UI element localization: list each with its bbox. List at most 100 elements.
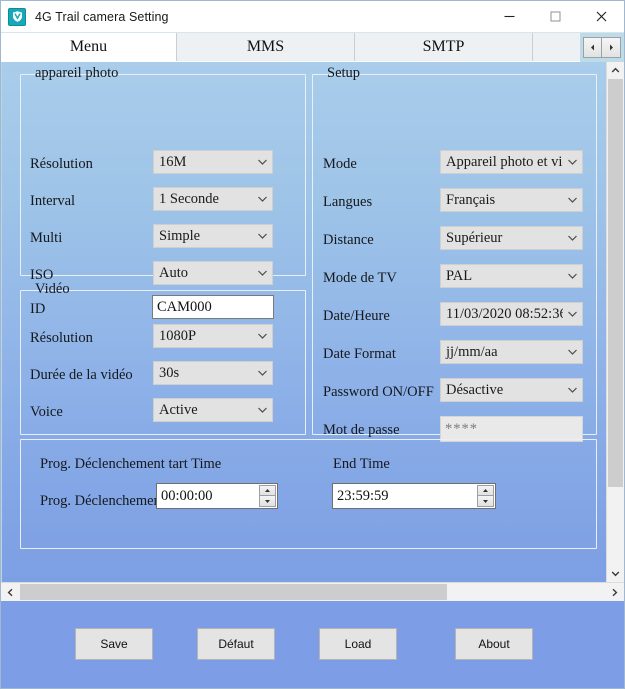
combo-setup-distance-value: Supérieur bbox=[446, 229, 503, 246]
combo-setup-datetime-value: 11/03/2020 08:52:36 bbox=[446, 305, 563, 322]
tab-mms-label: MMS bbox=[246, 38, 285, 55]
label-setup-password-toggle: Password ON/OFF bbox=[323, 384, 434, 400]
about-button[interactable]: About bbox=[455, 628, 533, 660]
stepper-up-icon[interactable] bbox=[259, 485, 276, 496]
scroll-down-icon[interactable] bbox=[607, 565, 624, 582]
label-setup-language: Langues bbox=[323, 194, 373, 210]
tab-smtp[interactable]: SMTP bbox=[355, 33, 533, 61]
tab-scroll-right-icon[interactable] bbox=[602, 37, 621, 58]
label-setup-datetime: Date/Heure bbox=[323, 308, 390, 324]
label-camera-interval: Interval bbox=[30, 193, 76, 209]
chevron-down-icon bbox=[253, 406, 272, 414]
combo-video-duration-value: 30s bbox=[159, 364, 180, 381]
default-button[interactable]: Défaut bbox=[197, 628, 275, 660]
content-area: appareil photo Résolution 16M Interval 1… bbox=[1, 62, 624, 688]
combo-camera-multi[interactable]: Simple bbox=[153, 224, 273, 248]
combo-setup-mode-value: Appareil photo et vid bbox=[446, 153, 563, 170]
combo-camera-interval[interactable]: 1 Seconde bbox=[153, 187, 273, 211]
combo-camera-multi-value: Simple bbox=[159, 227, 201, 244]
combo-setup-password-toggle[interactable]: Désactive bbox=[440, 378, 583, 402]
combo-setup-tv-mode[interactable]: PAL bbox=[440, 264, 583, 288]
combo-setup-date-format-value: jj/mm/aa bbox=[446, 343, 498, 360]
label-setup-distance: Distance bbox=[323, 232, 374, 248]
vertical-scroll-track[interactable] bbox=[607, 79, 624, 565]
chevron-down-icon bbox=[563, 196, 582, 204]
combo-setup-datetime[interactable]: 11/03/2020 08:52:36 bbox=[440, 302, 583, 326]
input-schedule-end-time[interactable]: 23:59:59 bbox=[332, 483, 496, 509]
tab-mms[interactable]: MMS bbox=[177, 33, 355, 61]
combo-video-voice[interactable]: Active bbox=[153, 398, 273, 422]
label-video-duration: Durée de la vidéo bbox=[30, 367, 133, 383]
minimize-button[interactable] bbox=[486, 1, 532, 32]
schedule-end-header: End Time bbox=[333, 456, 390, 472]
combo-setup-language-value: Français bbox=[446, 191, 496, 208]
label-setup-password: Mot de passe bbox=[323, 422, 400, 438]
tab-scroll-left-icon[interactable] bbox=[583, 37, 602, 58]
footer-button-bar: Save Défaut Load About bbox=[1, 601, 624, 688]
stepper-down-icon[interactable] bbox=[477, 496, 494, 507]
scroll-up-icon[interactable] bbox=[607, 62, 624, 79]
app-window: 4G Trail camera Setting Menu MMS SMTP ap… bbox=[0, 0, 625, 689]
stepper-down-icon[interactable] bbox=[259, 496, 276, 507]
tab-strip-filler bbox=[533, 33, 580, 61]
combo-camera-resolution[interactable]: 16M bbox=[153, 150, 273, 174]
tab-menu-label: Menu bbox=[69, 38, 108, 55]
chevron-down-icon bbox=[253, 332, 272, 340]
vertical-scrollbar[interactable] bbox=[606, 62, 624, 582]
combo-video-duration[interactable]: 30s bbox=[153, 361, 273, 385]
tab-strip: Menu MMS SMTP bbox=[1, 33, 624, 62]
horizontal-scroll-track[interactable] bbox=[20, 583, 605, 601]
close-button[interactable] bbox=[578, 1, 624, 32]
tab-menu[interactable]: Menu bbox=[1, 33, 177, 61]
tab-smtp-label: SMTP bbox=[422, 38, 465, 55]
chevron-down-icon bbox=[563, 158, 582, 166]
label-video-resolution: Résolution bbox=[30, 330, 93, 346]
input-setup-password-value: **** bbox=[445, 420, 478, 437]
input-schedule-end-time-value: 23:59:59 bbox=[337, 487, 389, 504]
combo-camera-interval-value: 1 Seconde bbox=[159, 190, 219, 207]
label-camera-resolution: Résolution bbox=[30, 156, 93, 172]
tab-list: Menu MMS SMTP bbox=[1, 33, 580, 62]
maximize-button[interactable] bbox=[532, 1, 578, 32]
combo-setup-date-format[interactable]: jj/mm/aa bbox=[440, 340, 583, 364]
settings-form-inner: appareil photo Résolution 16M Interval 1… bbox=[2, 62, 606, 582]
combo-setup-tv-mode-value: PAL bbox=[446, 267, 473, 284]
load-button[interactable]: Load bbox=[319, 628, 397, 660]
chevron-down-icon bbox=[563, 386, 582, 394]
app-logo-icon bbox=[8, 7, 26, 26]
chevron-down-icon bbox=[253, 195, 272, 203]
save-button[interactable]: Save bbox=[75, 628, 153, 660]
combo-video-resolution[interactable]: 1080P bbox=[153, 324, 273, 348]
scroll-left-icon[interactable] bbox=[1, 583, 20, 601]
chevron-down-icon bbox=[253, 369, 272, 377]
combo-camera-resolution-value: 16M bbox=[159, 153, 187, 170]
chevron-down-icon bbox=[563, 310, 582, 318]
combo-video-resolution-value: 1080P bbox=[159, 327, 197, 344]
schedule-end-time-stepper bbox=[477, 485, 494, 507]
horizontal-scroll-thumb[interactable] bbox=[20, 584, 448, 600]
video-group-title: Vidéo bbox=[35, 281, 70, 297]
setup-group-title: Setup bbox=[327, 65, 361, 81]
combo-setup-password-toggle-value: Désactive bbox=[446, 381, 504, 398]
chevron-down-icon bbox=[563, 348, 582, 356]
chevron-down-icon bbox=[253, 232, 272, 240]
input-schedule-start-time[interactable]: 00:00:00 bbox=[156, 483, 278, 509]
combo-setup-mode[interactable]: Appareil photo et vid bbox=[440, 150, 583, 174]
combo-camera-iso[interactable]: Auto bbox=[153, 261, 273, 285]
stepper-up-icon[interactable] bbox=[477, 485, 494, 496]
settings-form: appareil photo Résolution 16M Interval 1… bbox=[1, 62, 624, 582]
scroll-right-icon[interactable] bbox=[605, 583, 624, 601]
combo-camera-iso-value: Auto bbox=[159, 264, 188, 281]
label-setup-mode: Mode bbox=[323, 156, 357, 172]
input-schedule-start-time-value: 00:00:00 bbox=[161, 487, 213, 504]
schedule-start-time-stepper bbox=[259, 485, 276, 507]
vertical-scroll-thumb[interactable] bbox=[608, 79, 623, 488]
tab-scroll-controls bbox=[580, 33, 624, 62]
combo-setup-language[interactable]: Français bbox=[440, 188, 583, 212]
label-video-voice: Voice bbox=[30, 404, 63, 420]
combo-setup-distance[interactable]: Supérieur bbox=[440, 226, 583, 250]
chevron-down-icon bbox=[253, 269, 272, 277]
combo-video-voice-value: Active bbox=[159, 401, 198, 418]
horizontal-scrollbar[interactable] bbox=[1, 582, 624, 601]
chevron-down-icon bbox=[563, 234, 582, 242]
